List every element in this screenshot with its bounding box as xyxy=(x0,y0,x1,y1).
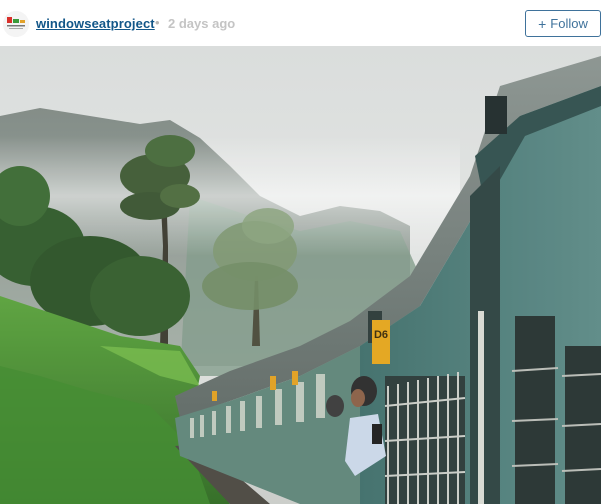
follow-button[interactable]: + Follow xyxy=(525,10,601,37)
train-photo-image: D6 xyxy=(0,46,601,504)
plus-icon: + xyxy=(538,15,547,32)
username-link[interactable]: windowseatproject xyxy=(36,16,155,31)
post-header: windowseatproject • 2 days ago + Follow xyxy=(0,0,606,46)
avatar[interactable] xyxy=(3,11,29,37)
follow-label: Follow xyxy=(550,16,588,31)
separator-dot: • xyxy=(155,15,160,30)
avatar-logo-icon xyxy=(3,11,29,37)
post-photo[interactable]: D6 xyxy=(0,46,601,504)
post-timestamp[interactable]: 2 days ago xyxy=(168,16,235,31)
